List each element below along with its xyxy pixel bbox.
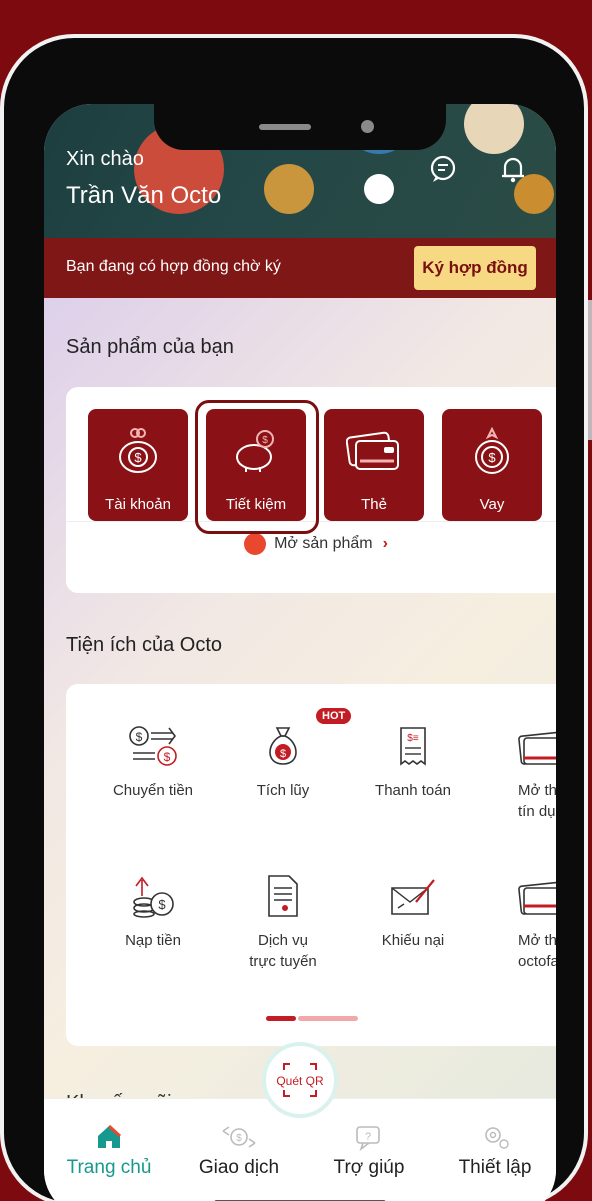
util-label: Chuyển tiền [112, 782, 194, 799]
user-name: Trần Văn Octo [66, 182, 222, 209]
util-label: Mở th tín dụ [518, 782, 556, 820]
open-product-link[interactable]: Mở sản phẩm › [66, 533, 556, 555]
svg-text:$: $ [158, 897, 166, 912]
scan-qr-button[interactable]: Quét QR [262, 1042, 338, 1118]
util-accumulate[interactable]: $ Tích lũy [218, 724, 348, 801]
qr-label: Quét QR [276, 1074, 324, 1088]
help-icon: ? [356, 1126, 380, 1151]
banner-text: Bạn đang có hợp đồng chờ ký [66, 258, 281, 275]
savings-bag-icon: $ [269, 727, 297, 765]
util-complaint[interactable]: Khiếu nại [348, 874, 478, 951]
util-open-credit-card[interactable]: Mở th tín dụ [478, 724, 556, 822]
open-product-label: Mở sản phẩm [274, 535, 373, 553]
nav-label: Trợ giúp [333, 1157, 405, 1178]
home-icon [98, 1124, 122, 1148]
util-open-octofast[interactable]: Mở th octofa [478, 874, 556, 972]
products-title: Sản phẩm của bạn [66, 336, 234, 358]
phone-frame: Xin chào Trần Văn Octo Bạn đang có hợp đ… [4, 38, 584, 1201]
hot-badge: HOT [316, 708, 352, 724]
chat-icon[interactable] [428, 154, 458, 184]
util-transfer[interactable]: $ $ Chuyển tiền [88, 724, 218, 801]
pager-track [298, 1016, 358, 1021]
svg-text:$: $ [164, 750, 171, 764]
util-online-service[interactable]: Dịch vụ trực tuyến [218, 874, 348, 972]
camera [361, 120, 374, 133]
sign-contract-button[interactable]: Ký hợp đồng [414, 246, 536, 290]
util-label: Mở th octofa [518, 932, 556, 970]
nav-label: Giao dịch [198, 1157, 280, 1178]
settings-icon [485, 1127, 509, 1149]
svg-text:$: $ [136, 730, 143, 744]
product-account[interactable]: $ Tài khoản [88, 409, 188, 521]
credit-card-icon [518, 731, 556, 765]
complaint-icon [391, 879, 435, 915]
mascot-icon [244, 533, 267, 555]
svg-text:$≡: $≡ [407, 733, 419, 744]
svg-text:?: ? [365, 1131, 371, 1143]
transaction-icon: $ [222, 1126, 256, 1148]
utilities-card: HOT $ $ Chuyển tiền $ Tích lũy $≡ Thanh … [66, 684, 556, 1046]
fast-card-icon [518, 881, 556, 915]
product-label: Thẻ [361, 496, 387, 513]
document-icon [268, 875, 298, 917]
card-icon [346, 431, 399, 470]
nav-label: Trang chủ [66, 1157, 152, 1178]
util-label: Thanh toán [375, 782, 451, 799]
util-label: Dịch vụ trực tuyến [249, 932, 317, 970]
greeting-text: Xin chào [66, 148, 144, 170]
phone-notch [154, 104, 446, 150]
bill-icon: $≡ [400, 727, 426, 766]
util-deposit[interactable]: $ Nạp tiền [88, 874, 218, 951]
savings-highlight [195, 400, 319, 534]
svg-text:$: $ [236, 1133, 242, 1144]
nav-label: Thiết lập [458, 1157, 532, 1178]
speaker [259, 124, 311, 130]
svg-text:$: $ [134, 450, 142, 465]
product-label: Vay [479, 496, 505, 513]
loan-icon: $ [475, 427, 509, 474]
util-payment[interactable]: $≡ Thanh toán [348, 724, 478, 801]
nav-help[interactable]: ? Trợ giúp [314, 1123, 424, 1179]
nav-home[interactable]: Trang chủ [54, 1123, 164, 1179]
util-label: Khiếu nại [381, 932, 445, 949]
svg-text:$: $ [488, 450, 496, 465]
pager-active [266, 1016, 296, 1021]
contract-banner: Bạn đang có hợp đồng chờ ký Ký hợp đồng [44, 238, 556, 298]
svg-text:$: $ [280, 748, 286, 760]
transfer-icon: $ $ [129, 726, 177, 766]
money-bag-icon: $ [119, 428, 157, 473]
nav-transaction[interactable]: $ Giao dịch [184, 1123, 294, 1179]
deposit-icon: $ [133, 876, 174, 918]
util-label: Tích lũy [256, 782, 310, 799]
product-label: Tài khoản [105, 496, 171, 513]
chevron-right-icon: › [382, 535, 388, 553]
app-screen: Xin chào Trần Văn Octo Bạn đang có hợp đ… [44, 104, 556, 1201]
product-card[interactable]: Thẻ [324, 409, 424, 521]
utilities-title: Tiện ích của Octo [66, 634, 222, 656]
nav-settings[interactable]: Thiết lập [440, 1123, 550, 1179]
bell-icon[interactable] [498, 154, 528, 184]
product-loan[interactable]: $ Vay [442, 409, 542, 521]
util-label: Nạp tiền [125, 932, 181, 949]
